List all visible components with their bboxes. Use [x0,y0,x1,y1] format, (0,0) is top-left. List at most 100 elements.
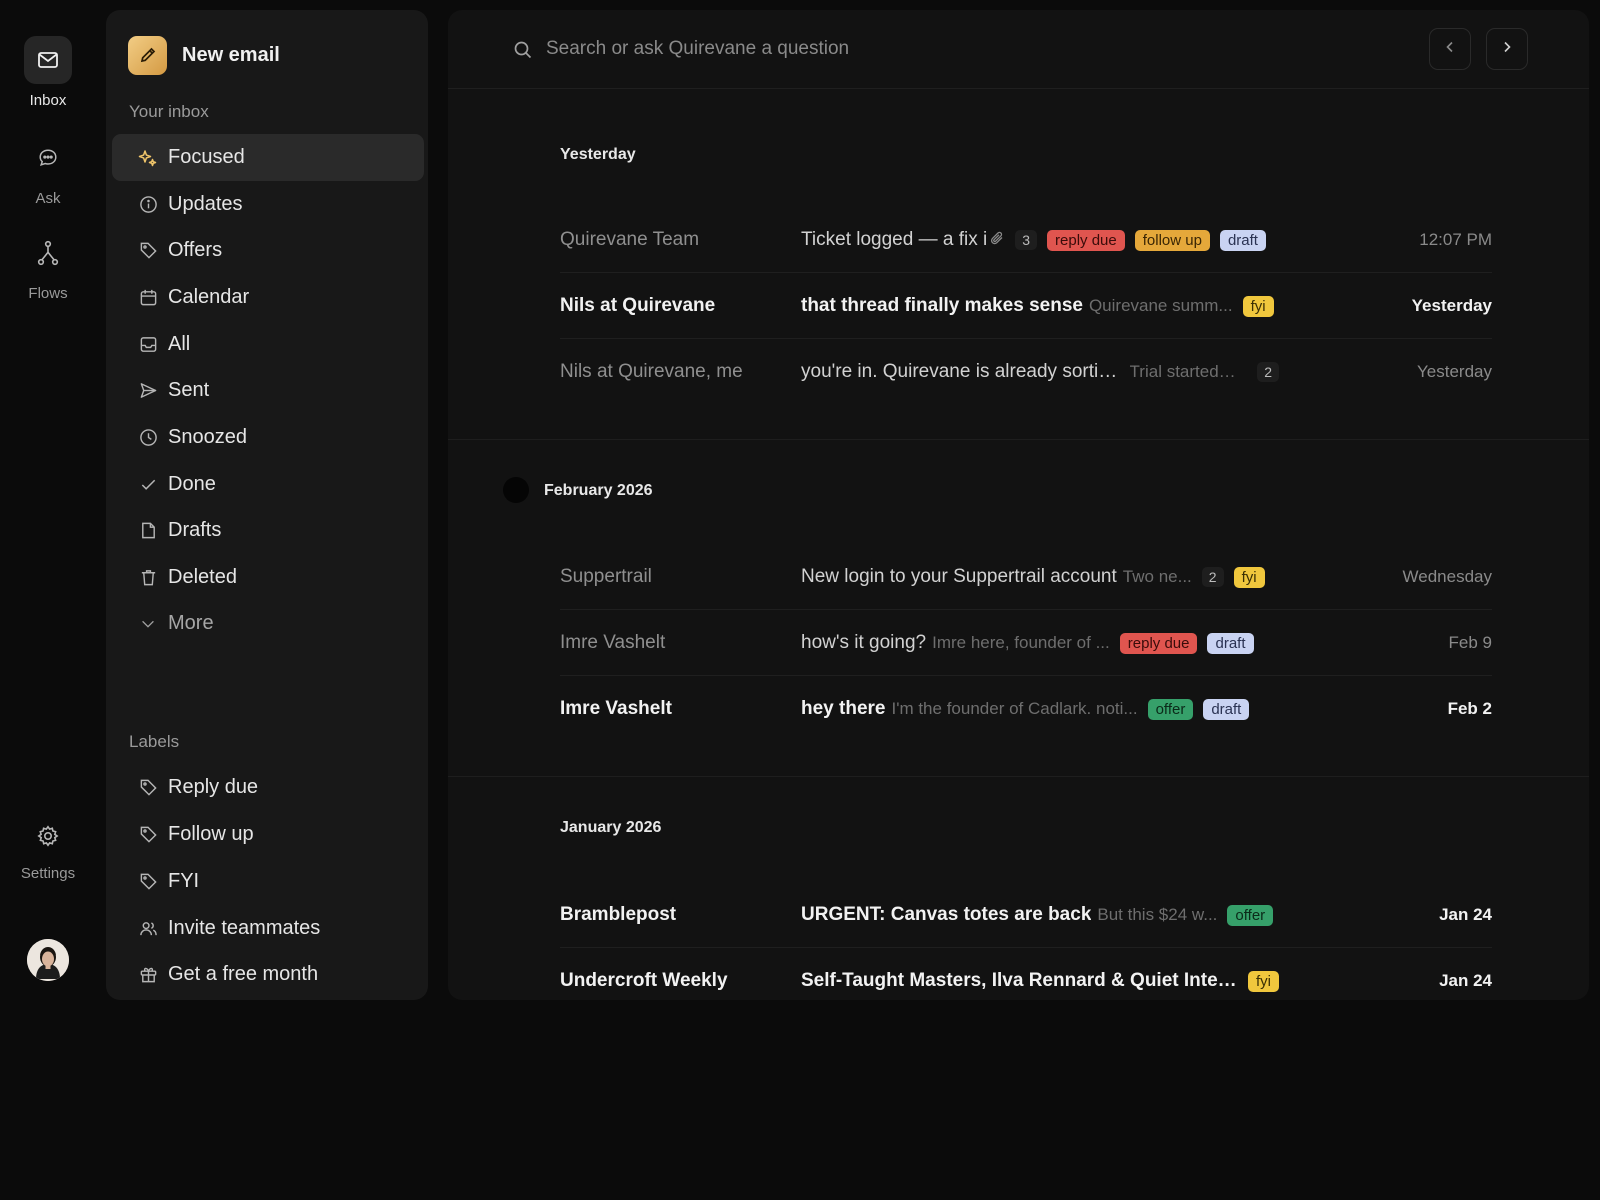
sidebar-item-label: Deleted [168,566,237,588]
rail-ask-label: Ask [35,190,61,207]
chevron-left-icon [1443,40,1457,59]
thread-count: 2 [1257,362,1279,382]
rail-inbox[interactable]: Inbox [0,36,96,109]
sidebar-label-text: Reply due [168,776,259,798]
paperclip-icon [989,230,1005,251]
email-sender: Quirevane Team [560,229,700,250]
next-button[interactable] [1486,28,1528,70]
thread-count: 3 [1015,230,1038,250]
check-icon [138,475,158,495]
tag-fyi: fyi [1242,295,1274,317]
email-row[interactable]: Nils at Quirevane that thread finally ma… [560,273,1492,339]
get-free-month[interactable]: Get a free month [112,951,424,998]
trash-icon [138,568,158,588]
sidebar-label-text: FYI [168,870,200,892]
email-snippet: Quirevane summ... [1088,296,1233,315]
sidebar-label-reply-due[interactable]: Reply due [112,764,424,811]
email-row[interactable]: Nils at Quirevane, me you're in. Quireva… [560,339,1492,405]
pencil-icon [128,35,167,75]
search-input[interactable] [546,34,1246,64]
labels-heading: Labels [129,732,180,751]
sidebar-item-done[interactable]: Done [112,461,424,508]
email-subject: Self-Taught Masters, Ilva Rennard & Quie… [801,970,1238,991]
chevron-down-icon [138,614,158,634]
tag-icon [138,825,158,845]
tray-icon [138,335,158,355]
rail-ask[interactable]: Ask [0,134,96,207]
tag-offer: offer [1147,698,1194,720]
email-sender: Imre Vashelt [560,698,672,719]
search-icon [513,40,533,65]
email-row[interactable]: Quirevane Team Ticket logged — a fix i 3… [560,207,1492,273]
sidebar-item-offers[interactable]: Offers [112,227,424,274]
inbox-heading: Your inbox [129,102,209,121]
email-sender: Imre Vashelt [560,632,666,653]
chat-bubble-icon [24,134,72,182]
email-date: Jan 24 [1439,905,1492,924]
email-content: URGENT: Canvas totes are back But this $… [801,900,1279,930]
email-subject: hey there [801,698,886,719]
sidebar-label-fyi[interactable]: FYI [112,858,424,905]
rail-flows[interactable]: Flows [0,229,96,302]
email-content: that thread finally makes sense Quirevan… [801,291,1279,321]
sidebar-item-focused[interactable]: Focused [112,134,424,181]
message-list-panel: Yesterday Quirevane Team Ticket logged —… [448,10,1589,1000]
email-date: Jan 24 [1439,971,1492,990]
invite-teammates[interactable]: Invite teammates [112,905,424,952]
sidebar-item-all[interactable]: All [112,321,424,368]
email-content: hey there I'm the founder of Cadlark. no… [801,694,1279,724]
sidebar-item-drafts[interactable]: Drafts [112,507,424,554]
gift-icon [138,965,158,985]
sparkle-icon [138,148,158,168]
new-email-button[interactable]: New email [128,35,280,75]
email-date: Feb 9 [1448,633,1492,652]
users-icon [138,919,158,939]
email-row[interactable]: Imre Vashelt how's it going? Imre here, … [560,610,1492,676]
sidebar-item-more[interactable]: More [112,600,424,647]
email-date: 12:07 PM [1419,230,1492,249]
rail-inbox-label: Inbox [29,92,67,109]
tag-draft: draft [1207,632,1254,654]
tag-icon [138,778,158,798]
sidebar-item-calendar[interactable]: Calendar [112,274,424,321]
tag-reply-due: reply due [1047,229,1125,251]
email-snippet: Imre here, founder of ... [932,633,1110,652]
sidebar-item-label: Done [168,473,216,495]
email-subject: how's it going? [801,632,927,653]
email-row[interactable]: Undercroft Weekly Self-Taught Masters, I… [560,948,1492,1000]
rail-settings[interactable]: Settings [0,821,96,882]
new-email-label: New email [182,43,280,66]
email-subject: that thread finally makes sense [801,295,1083,316]
email-subject: you're in. Quirevane is already sorting. [801,361,1124,382]
tag-draft: draft [1219,229,1266,251]
rail-settings-label: Settings [20,865,76,882]
previous-button[interactable] [1429,28,1471,70]
tag-fyi: fyi [1233,566,1265,588]
sidebar-item-label: Offers [168,239,223,261]
sidebar-item-deleted[interactable]: Deleted [112,554,424,601]
email-sender: Undercroft Weekly [560,970,728,991]
sidebar-item-label: All [168,333,191,355]
sidebar-item-label: Sent [168,379,210,401]
send-icon [138,381,158,401]
avatar[interactable] [27,939,69,981]
email-row[interactable]: Suppertrail New login to your Suppertrai… [560,544,1492,610]
free-month-label: Get a free month [168,963,319,985]
rail-flows-label: Flows [28,285,68,302]
email-sender: Nils at Quirevane, me [560,361,743,382]
app-rail: Inbox Ask Flows Settings [0,0,96,1000]
flow-branch-icon [24,229,72,277]
email-date: Yesterday [1417,362,1492,381]
email-content: you're in. Quirevane is already sorting.… [801,357,1279,387]
sidebar-item-sent[interactable]: Sent [112,367,424,414]
mail-icon [24,36,72,84]
calendar-icon [138,288,158,308]
email-row[interactable]: Imre Vashelt hey there I'm the founder o… [560,676,1492,742]
email-content: Self-Taught Masters, Ilva Rennard & Quie… [801,966,1279,996]
clock-icon [138,428,158,448]
sidebar-item-snoozed[interactable]: Snoozed [112,414,424,461]
sidebar-label-follow-up[interactable]: Follow up [112,811,424,858]
email-row[interactable]: Bramblepost URGENT: Canvas totes are bac… [560,882,1492,948]
tag-icon [138,872,158,892]
sidebar-item-updates[interactable]: Updates [112,181,424,228]
